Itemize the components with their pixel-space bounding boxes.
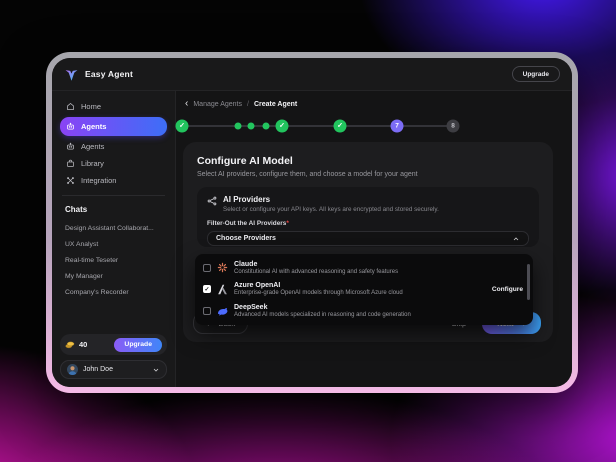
step-complete[interactable]: ✓ <box>176 119 189 132</box>
provider-description: Enterprise-grade OpenAI models through M… <box>234 290 403 296</box>
chat-item[interactable]: UX Analyst <box>60 236 167 252</box>
claude-icon <box>217 262 228 273</box>
providers-dropdown: ✓ Claude Constitutional AI with a <box>195 254 533 325</box>
user-menu[interactable]: John Doe <box>60 360 167 379</box>
robot-icon <box>66 122 75 131</box>
step-sub-dot[interactable] <box>235 122 242 129</box>
sidebar-item-integration[interactable]: Integration <box>60 172 167 189</box>
chevron-up-icon <box>512 235 520 243</box>
desktop-background: Easy Agent Upgrade Home Agents <box>0 0 616 462</box>
card-header-text: AI Providers Select or configure your AP… <box>223 195 439 213</box>
filter-label-text: Filter-Out the AI Providers <box>207 220 286 227</box>
credits-count: 40 <box>79 340 87 349</box>
sidebar-item-label: Agents <box>81 122 106 131</box>
integration-icon <box>66 176 75 185</box>
coins-icon <box>65 340 75 349</box>
brand-name: Easy Agent <box>85 69 133 79</box>
wizard-stepper: ✓ ✓ ✓ 7 8 <box>176 118 572 133</box>
sidebar: Home Agents Agents Library <box>52 91 176 387</box>
filter-providers-label: Filter-Out the AI Providers* <box>207 220 529 227</box>
provider-texts: Claude Constitutional AI with advanced r… <box>234 261 398 275</box>
bag-icon <box>66 159 75 168</box>
breadcrumb: ‹ Manage Agents / Create Agent <box>176 100 572 108</box>
card-title: AI Providers <box>223 195 439 204</box>
checkbox-check-icon: ✓ <box>204 286 209 293</box>
header-upgrade-button[interactable]: Upgrade <box>512 66 560 82</box>
avatar <box>67 364 78 375</box>
chat-item[interactable]: My Manager <box>60 268 167 284</box>
app-window: Easy Agent Upgrade Home Agents <box>52 58 572 387</box>
provider-texts: DeepSeek Advanced AI models specialized … <box>234 304 411 318</box>
ai-providers-card: AI Providers Select or configure your AP… <box>197 187 539 247</box>
provider-row-claude[interactable]: ✓ Claude Constitutional AI with a <box>203 261 523 275</box>
app-window-frame: Easy Agent Upgrade Home Agents <box>46 52 578 393</box>
azure-openai-icon <box>217 284 228 295</box>
azure-openai-checkbox[interactable]: ✓ <box>203 285 211 293</box>
provider-name: Claude <box>234 261 398 268</box>
card-header: AI Providers Select or configure your AP… <box>207 195 529 213</box>
sidebar-item-library[interactable]: Library <box>60 155 167 172</box>
chat-item[interactable]: Design Assistant Collaborat... <box>60 220 167 236</box>
breadcrumb-separator: / <box>247 101 249 108</box>
breadcrumb-parent[interactable]: Manage Agents <box>193 101 242 108</box>
step-complete[interactable]: ✓ <box>334 119 347 132</box>
choose-providers-select[interactable]: Choose Providers <box>207 231 529 246</box>
sidebar-upgrade-button[interactable]: Upgrade <box>114 338 162 352</box>
provider-row-deepseek[interactable]: ✓ DeepSeek Advanced AI models specialize… <box>203 304 523 318</box>
panel-subtitle: Select AI providers, configure them, and… <box>197 171 539 178</box>
provider-name: Azure OpenAI <box>234 282 403 289</box>
sidebar-item-agents-active[interactable]: Agents <box>60 117 167 136</box>
configure-ai-model-panel: Configure AI Model Select AI providers, … <box>183 142 553 342</box>
network-nodes-icon <box>207 196 217 206</box>
credits-box: 40 Upgrade <box>60 334 167 355</box>
back-chevron-icon[interactable]: ‹ <box>185 100 188 108</box>
configure-provider-button[interactable]: Configure <box>492 286 523 293</box>
deepseek-icon <box>217 306 228 317</box>
sidebar-item-label: Library <box>81 159 104 168</box>
sidebar-item-label: Home <box>81 102 101 111</box>
sidebar-item-home[interactable]: Home <box>60 98 167 115</box>
step-current[interactable]: 7 <box>391 119 404 132</box>
sidebar-divider <box>62 195 165 196</box>
home-icon <box>66 102 75 111</box>
step-complete[interactable]: ✓ <box>276 119 289 132</box>
app-body: Home Agents Agents Library <box>52 91 572 387</box>
breadcrumb-current: Create Agent <box>254 101 297 108</box>
required-asterisk: * <box>286 220 289 227</box>
provider-row-azure-openai[interactable]: ✓ Azure OpenAI Enterprise-grade OpenAI m… <box>203 282 523 296</box>
chat-item[interactable]: Real-time Teseter <box>60 252 167 268</box>
deepseek-checkbox[interactable]: ✓ <box>203 307 211 315</box>
stepper-line <box>182 125 454 127</box>
card-subtitle: Select or configure your API keys. All k… <box>223 206 439 213</box>
easy-agent-logo-icon <box>64 67 79 82</box>
provider-texts: Azure OpenAI Enterprise-grade OpenAI mod… <box>234 282 403 296</box>
provider-name: DeepSeek <box>234 304 411 311</box>
step-sub-dot[interactable] <box>263 122 270 129</box>
step-upcoming[interactable]: 8 <box>447 119 460 132</box>
sidebar-item-label: Agents <box>81 142 104 151</box>
claude-checkbox[interactable]: ✓ <box>203 264 211 272</box>
user-name: John Doe <box>83 366 113 373</box>
select-value: Choose Providers <box>216 235 276 242</box>
step-sub-dot[interactable] <box>248 122 255 129</box>
main-content: ‹ Manage Agents / Create Agent ✓ ✓ ✓ 7 <box>176 91 572 387</box>
sidebar-item-agents[interactable]: Agents <box>60 138 167 155</box>
robot-icon <box>66 142 75 151</box>
chat-item[interactable]: Company's Recorder <box>60 284 167 300</box>
chats-heading: Chats <box>65 205 167 214</box>
dropdown-scrollbar[interactable] <box>527 264 530 300</box>
provider-description: Constitutional AI with advanced reasonin… <box>234 269 398 275</box>
provider-description: Advanced AI models specialized in reason… <box>234 312 411 318</box>
panel-title: Configure AI Model <box>197 155 539 167</box>
app-header: Easy Agent Upgrade <box>52 58 572 91</box>
sidebar-item-label: Integration <box>81 176 116 185</box>
chevron-down-icon <box>152 366 160 374</box>
